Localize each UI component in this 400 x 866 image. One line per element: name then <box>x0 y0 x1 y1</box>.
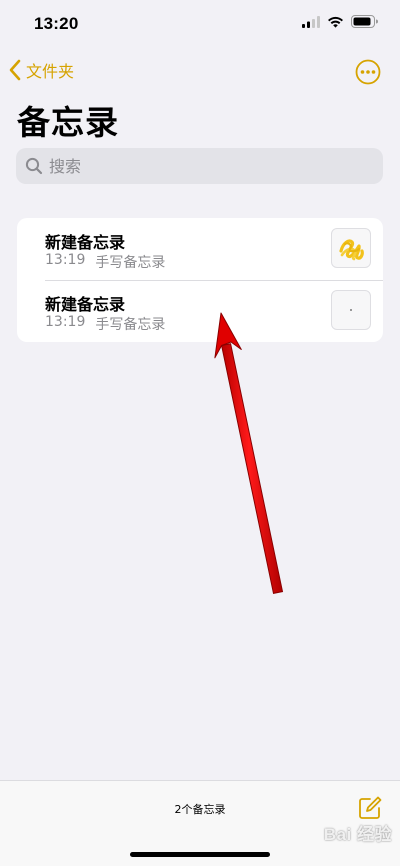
home-indicator <box>130 852 270 857</box>
compose-icon <box>359 796 382 819</box>
note-meta: 13:19 手写备忘录 <box>45 252 165 272</box>
note-item[interactable]: 新建备忘录 13:19 手写备忘录 <box>17 218 383 280</box>
ellipsis-circle-icon <box>355 59 381 85</box>
note-meta: 13:19 手写备忘录 <box>45 314 165 334</box>
back-label: 文件夹 <box>26 62 75 81</box>
battery-icon <box>351 15 378 28</box>
scribble-drawing-icon <box>339 239 364 261</box>
cellular-signal-icon <box>302 15 320 28</box>
note-subtitle: 手写备忘录 <box>95 317 166 333</box>
note-time: 13:19 <box>45 314 86 330</box>
note-thumbnail-scribble <box>331 228 371 268</box>
note-title: 新建备忘录 <box>45 295 126 314</box>
nav-bar: 文件夹 <box>0 54 400 90</box>
more-button[interactable] <box>354 58 382 86</box>
watermark: Bai 经验 <box>323 825 392 844</box>
notes-list: 新建备忘录 13:19 手写备忘录 新建备忘录 13:19 手写备忘录 <box>17 218 383 342</box>
wifi-icon <box>328 16 343 28</box>
search-input[interactable] <box>49 156 349 176</box>
compose-button[interactable] <box>357 795 383 821</box>
annotation-arrow-shaft <box>221 343 284 594</box>
note-time: 13:19 <box>45 252 86 268</box>
chevron-left-icon <box>9 59 21 81</box>
back-button[interactable]: 文件夹 <box>8 58 74 82</box>
search-icon <box>25 157 43 175</box>
dot-drawing-icon <box>350 309 352 311</box>
note-thumbnail-blank <box>331 290 371 330</box>
status-icons <box>302 15 378 28</box>
note-count: 2个备忘录 <box>174 803 226 816</box>
note-subtitle: 手写备忘录 <box>95 255 166 271</box>
status-time: 13:20 <box>34 14 79 33</box>
page-title: 备忘录 <box>17 103 119 142</box>
search-bar[interactable] <box>16 148 383 184</box>
status-bar: 13:20 <box>0 0 400 50</box>
note-title: 新建备忘录 <box>45 233 126 252</box>
note-item[interactable]: 新建备忘录 13:19 手写备忘录 <box>17 280 383 342</box>
